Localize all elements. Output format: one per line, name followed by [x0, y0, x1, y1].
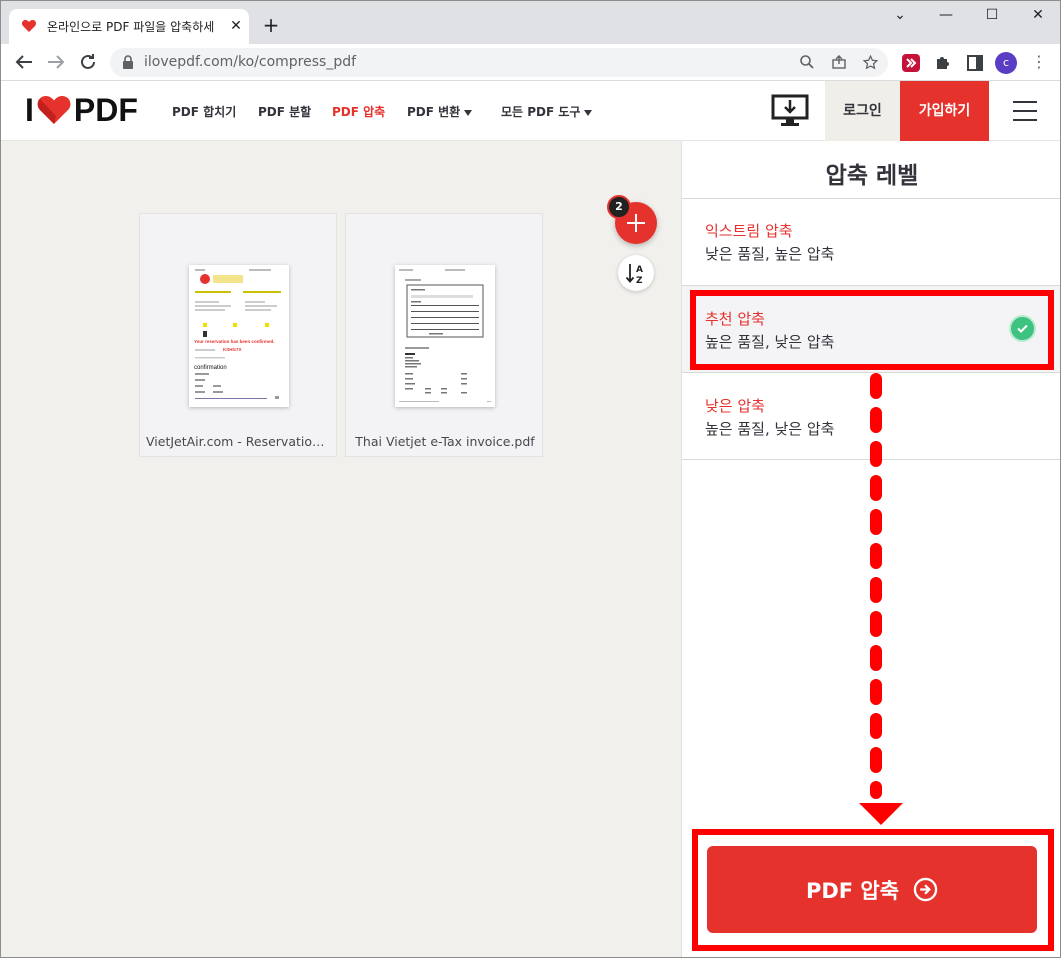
file-name: Thai Vietjet e-Tax invoice.pdf — [355, 434, 535, 449]
ilovepdf-favicon-icon — [21, 20, 37, 32]
annotation-highlight-box — [690, 290, 1054, 370]
thumb-code: KSHG7X — [223, 347, 242, 352]
logo-i: I — [25, 91, 34, 128]
back-arrow-icon[interactable] — [12, 50, 36, 74]
arrow-circle-right-icon — [913, 877, 938, 902]
side-panel-icon[interactable] — [965, 53, 985, 73]
new-tab-button[interactable]: + — [259, 13, 283, 37]
nav-merge-pdf[interactable]: PDF 합치기 — [172, 103, 236, 120]
maximize-button[interactable]: ☐ — [969, 7, 1015, 27]
lock-icon — [123, 55, 133, 69]
caret-down-icon — [584, 109, 593, 116]
option-extreme-compression[interactable]: 익스트림 압축 낮은 품질, 높은 압축 — [682, 199, 1060, 285]
reload-icon[interactable] — [76, 50, 100, 74]
nav-convert-label: PDF 변환 — [407, 105, 461, 119]
minimize-button[interactable]: — — [923, 7, 969, 27]
browser-toolbar: ilovepdf.com/ko/compress_pdf c ⋮ — [1, 44, 1060, 81]
forward-arrow-icon[interactable] — [44, 50, 68, 74]
tab-strip: 온라인으로 PDF 파일을 압축하세 ✕ + ⌄ — ☐ ✕ — [1, 1, 1060, 44]
heart-logo-icon — [37, 96, 71, 124]
nav-all-tools-label: 모든 PDF 도구 — [501, 105, 581, 119]
browser-tab[interactable]: 온라인으로 PDF 파일을 압축하세 ✕ — [9, 9, 249, 44]
login-button[interactable]: 로그인 — [825, 81, 900, 141]
tab-search-icon[interactable]: ⌄ — [877, 7, 923, 27]
compress-button-label: PDF 압축 — [805, 878, 900, 903]
annotation-arrowhead-icon — [859, 803, 903, 825]
desktop-download-icon[interactable] — [771, 94, 809, 128]
ilovepdf-logo[interactable]: I PDF — [25, 92, 138, 128]
logo-pdf: PDF — [73, 91, 138, 128]
puzzle-extensions-icon[interactable] — [933, 53, 953, 73]
share-icon[interactable] — [830, 54, 848, 72]
browser-window: 온라인으로 PDF 파일을 압축하세 ✕ + ⌄ — ☐ ✕ ilovepdf.… — [0, 0, 1061, 958]
option-description: 높은 품질, 낮은 압축 — [705, 420, 835, 438]
hamburger-menu-icon[interactable] — [1013, 101, 1037, 121]
nav-split-pdf[interactable]: PDF 분할 — [258, 103, 311, 120]
site-header: I PDF PDF 합치기 PDF 분할 PDF 압축 PDF 변환 모든 PD… — [1, 81, 1060, 141]
option-description: 낮은 품질, 높은 압축 — [705, 245, 835, 263]
file-name: VietJetAir.com - Reservation Confirmatio… — [146, 434, 338, 449]
search-icon[interactable] — [798, 54, 816, 72]
thumb-headline: Your reservation has been confirmed. — [194, 339, 274, 344]
file-card[interactable]: Thai Vietjet e-Tax invoice.pdf — [345, 213, 543, 457]
tab-close-icon[interactable]: ✕ — [227, 17, 245, 35]
file-count-badge: 2 — [607, 195, 631, 219]
file-card[interactable]: Your reservation has been confirmed. KSH… — [139, 213, 338, 457]
signup-button[interactable]: 가입하기 — [900, 81, 989, 141]
extension-red-icon[interactable] — [901, 53, 921, 73]
nav-convert-pdf[interactable]: PDF 변환 — [407, 103, 473, 120]
pdf-thumbnail: Your reservation has been confirmed. KSH… — [189, 265, 289, 407]
address-bar[interactable]: ilovepdf.com/ko/compress_pdf — [110, 48, 888, 77]
browser-menu-icon[interactable]: ⋮ — [1031, 52, 1047, 71]
panel-title: 압축 레벨 — [825, 163, 919, 189]
sort-az-icon[interactable]: A Z — [618, 255, 654, 291]
caret-down-icon — [464, 109, 473, 116]
option-title: 익스트림 압축 — [705, 222, 793, 240]
annotation-dashed-arrow — [870, 373, 882, 799]
profile-avatar[interactable]: c — [995, 52, 1017, 74]
close-window-button[interactable]: ✕ — [1015, 7, 1060, 27]
bookmark-star-icon[interactable] — [861, 54, 879, 72]
tab-title: 온라인으로 PDF 파일을 압축하세 — [47, 20, 215, 34]
nav-all-tools[interactable]: 모든 PDF 도구 — [501, 103, 593, 120]
thumb-big-text: confirmation — [194, 365, 227, 371]
nav-compress-pdf[interactable]: PDF 압축 — [332, 103, 385, 120]
url-text: ilovepdf.com/ko/compress_pdf — [144, 54, 357, 70]
file-workspace: Your reservation has been confirmed. KSH… — [1, 141, 681, 957]
svg-text:A: A — [636, 265, 643, 275]
compress-pdf-button[interactable]: PDF 압축 — [707, 846, 1037, 933]
option-title: 낮은 압축 — [705, 397, 765, 415]
svg-text:Z: Z — [636, 276, 643, 286]
pdf-thumbnail — [395, 265, 495, 407]
